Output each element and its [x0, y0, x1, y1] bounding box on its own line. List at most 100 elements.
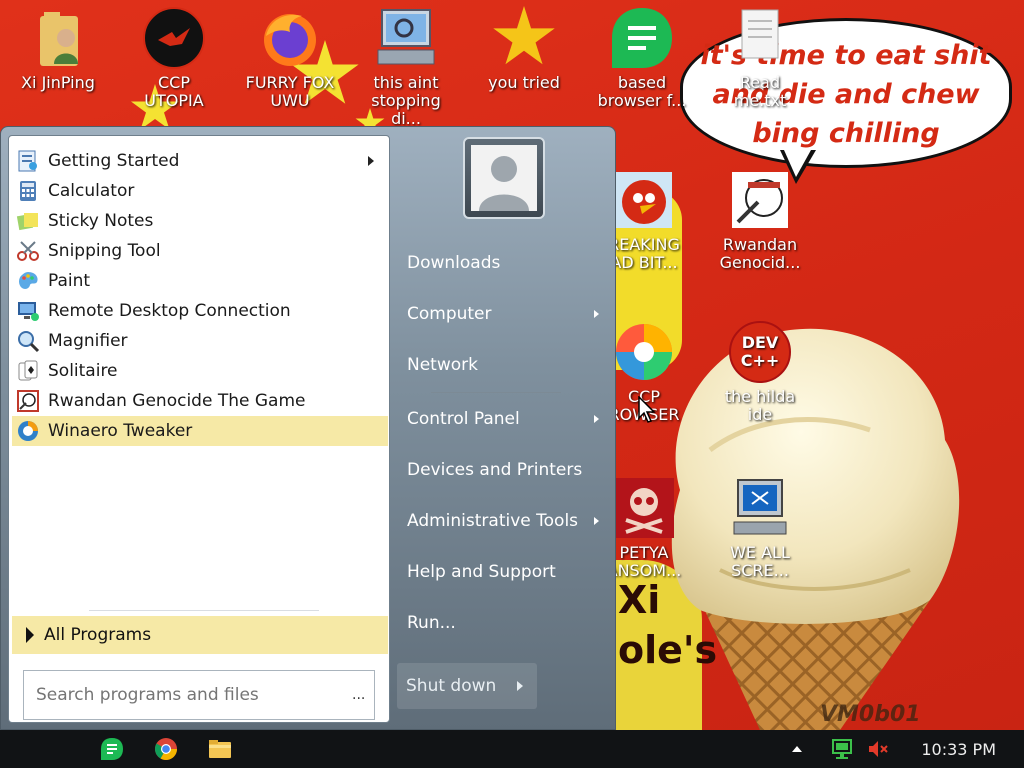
program-label: Snipping Tool — [48, 241, 161, 261]
submenu-arrow-icon — [594, 517, 599, 525]
scissors-icon — [17, 241, 39, 261]
desktop-icon-stopping[interactable]: this aint stopping di... — [358, 6, 454, 128]
ccp-utopia-icon — [142, 6, 206, 70]
desktop-icon-readme[interactable]: Read me.txt — [712, 6, 808, 110]
program-label: Rwandan Genocide The Game — [48, 391, 306, 411]
taskbar: 10:33 PM — [0, 730, 1024, 768]
green-note-icon[interactable] — [100, 737, 124, 761]
program-sticky-notes[interactable]: Sticky Notes — [12, 206, 388, 236]
search-more-icon[interactable]: ... — [352, 687, 365, 703]
mouse-cursor-icon — [638, 396, 656, 423]
menu-item-label: Computer — [407, 304, 492, 324]
program-solitaire[interactable]: Solitaire — [12, 356, 388, 386]
green-note-icon — [610, 6, 674, 70]
desktop-icon-furry-fox[interactable]: FURRY FOX UWU — [242, 6, 338, 110]
program-snipping-tool[interactable]: Snipping Tool — [12, 236, 388, 266]
program-calculator[interactable]: Calculator — [12, 176, 388, 206]
program-remote-desktop[interactable]: Remote Desktop Connection — [12, 296, 388, 326]
menu-item-label: Downloads — [407, 253, 501, 273]
menu-item-label: Administrative Tools — [407, 511, 579, 531]
network-icon[interactable] — [830, 737, 854, 761]
submenu-arrow-icon — [368, 156, 374, 166]
desktop-icon-label: Xi JinPing — [21, 73, 95, 92]
user-avatar-icon — [471, 145, 537, 211]
desktop-icon-rwandan[interactable]: Rwandan Genocid... — [712, 168, 808, 272]
svg-text:DEV: DEV — [742, 333, 779, 352]
menu-item-help-support[interactable]: Help and Support — [393, 552, 613, 592]
desktop-icon-based-browser[interactable]: based browser f... — [594, 6, 690, 110]
submenu-arrow-icon — [594, 310, 599, 318]
submenu-arrow-icon — [594, 415, 599, 423]
search-input[interactable] — [36, 685, 346, 705]
program-magnifier[interactable]: Magnifier — [12, 326, 388, 356]
triangle-right-icon — [26, 627, 34, 643]
skull-icon — [612, 476, 676, 540]
desktop-icon-label: CCP UTOPIA — [144, 73, 204, 110]
menu-item-network[interactable]: Network — [393, 345, 613, 385]
folder-person-icon — [26, 6, 90, 70]
menu-item-label: Run... — [407, 613, 456, 633]
menu-item-run[interactable]: Run... — [393, 603, 613, 643]
desktop-icon-label: Read me.txt — [733, 73, 787, 110]
program-label: Solitaire — [48, 361, 118, 381]
all-programs-label: All Programs — [44, 625, 152, 645]
remote-desktop-icon — [18, 302, 39, 321]
gold-star-icon — [492, 6, 556, 70]
program-winaero-tweaker[interactable]: Winaero Tweaker — [12, 416, 388, 446]
menu-item-label: Devices and Printers — [407, 460, 583, 480]
folder-icon[interactable] — [208, 737, 232, 761]
show-hidden-icons-icon[interactable] — [790, 742, 804, 756]
calculator-icon — [20, 181, 36, 201]
magnifier-icon — [18, 331, 40, 353]
program-paint[interactable]: Paint — [12, 266, 388, 296]
angry-bird-icon — [612, 168, 676, 232]
start-menu: Getting Started Calculator Sticky Notes … — [0, 126, 616, 730]
all-programs-button[interactable]: All Programs — [12, 616, 388, 654]
program-label: Sticky Notes — [48, 211, 154, 231]
shutdown-button[interactable]: Shut down — [397, 663, 537, 709]
program-rwandan-game[interactable]: Rwandan Genocide The Game — [12, 386, 388, 416]
separator — [89, 610, 319, 611]
shutdown-options-arrow-icon[interactable] — [517, 681, 523, 691]
menu-item-computer[interactable]: Computer — [393, 294, 613, 334]
desktop-icon-label: this aint stopping di... — [371, 73, 441, 128]
volume-muted-icon[interactable] — [866, 737, 890, 761]
shutdown-label: Shut down — [406, 676, 497, 696]
separator — [431, 392, 561, 393]
program-label: Magnifier — [48, 331, 128, 351]
search-programs-box[interactable]: ... — [23, 670, 375, 720]
desktop-icon-label: FURRY FOX UWU — [245, 73, 335, 110]
computer-search-icon — [374, 6, 438, 70]
desktop-icon-we-all-scream[interactable]: WE ALL SCRE... — [712, 476, 808, 580]
chrome-icon[interactable] — [154, 737, 178, 761]
desktop-icon-label: you tried — [488, 73, 560, 92]
menu-item-control-panel[interactable]: Control Panel — [393, 399, 613, 439]
desktop-icon-xi-jinping[interactable]: Xi JinPing — [10, 6, 106, 92]
menu-item-label: Help and Support — [407, 562, 556, 582]
program-getting-started[interactable]: Getting Started — [12, 146, 388, 176]
desktop-icon-devcpp[interactable]: DEV C++ the hilda ide — [712, 320, 808, 424]
program-label: Calculator — [48, 181, 135, 201]
program-label: Remote Desktop Connection — [48, 301, 291, 321]
menu-item-administrative-tools[interactable]: Administrative Tools — [393, 501, 613, 541]
sticky-notes-icon — [16, 213, 38, 231]
computer-icon — [728, 476, 792, 540]
text-file-icon — [728, 6, 792, 70]
user-account-picture[interactable] — [463, 137, 545, 219]
game-icon — [17, 390, 39, 412]
svg-text:C++: C++ — [741, 351, 780, 370]
program-label: Winaero Tweaker — [48, 421, 193, 441]
desktop-icon-you-tried[interactable]: you tried — [476, 6, 572, 92]
devcpp-icon: DEV C++ — [728, 320, 792, 384]
menu-item-downloads[interactable]: Downloads — [393, 243, 613, 283]
paint-palette-icon — [19, 272, 38, 289]
program-label: Getting Started — [48, 151, 180, 171]
getting-started-icon — [18, 150, 37, 172]
menu-item-devices-printers[interactable]: Devices and Printers — [393, 450, 613, 490]
taskbar-clock[interactable]: 10:33 PM — [921, 740, 996, 759]
winaero-icon — [18, 421, 38, 441]
start-menu-programs-pane: Getting Started Calculator Sticky Notes … — [8, 135, 390, 723]
menu-item-label: Network — [407, 355, 478, 375]
desktop-icon-ccp-utopia[interactable]: CCP UTOPIA — [126, 6, 222, 110]
meme-face-icon — [728, 168, 792, 232]
